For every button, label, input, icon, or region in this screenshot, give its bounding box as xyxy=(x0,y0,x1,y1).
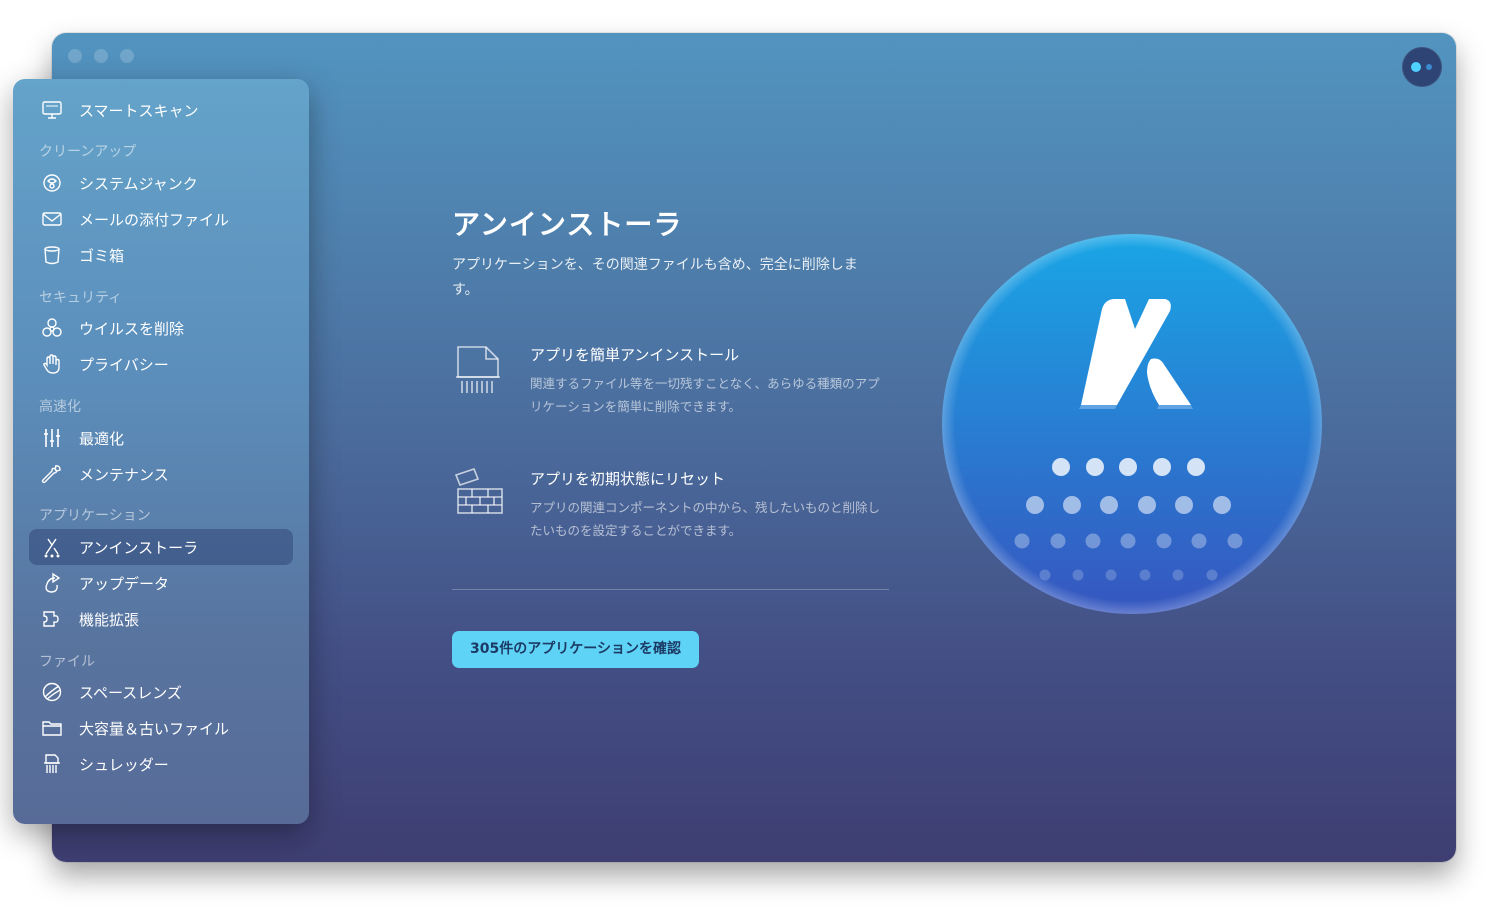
sidebar-item-label: アンインストーラ xyxy=(79,538,199,557)
sidebar-item-label: 大容量＆古いファイル xyxy=(79,719,230,738)
sidebar: スマートスキャン クリーンアップ システムジャンク メールの添付ファイル ゴミ箱… xyxy=(13,79,309,824)
sidebar-item-label: システムジャンク xyxy=(79,174,198,193)
brick-wall-icon xyxy=(452,467,506,521)
uninstaller-icon xyxy=(39,534,65,560)
folder-icon xyxy=(39,715,65,741)
updater-icon xyxy=(39,570,65,596)
page-description: アプリケーションを、その関連ファイルも含め、完全に削除します。 xyxy=(452,257,858,298)
sidebar-item-label: メンテナンス xyxy=(79,465,169,484)
sidebar-item-mail-attachments[interactable]: メールの添付ファイル xyxy=(29,201,293,237)
sidebar-item-label: メールの添付ファイル xyxy=(79,210,230,229)
sidebar-item-uninstaller[interactable]: アンインストーラ xyxy=(29,529,293,565)
sidebar-item-large-old-files[interactable]: 大容量＆古いファイル xyxy=(29,710,293,746)
sidebar-item-maintenance[interactable]: メンテナンス xyxy=(29,456,293,492)
shredder-icon xyxy=(39,751,65,777)
system-junk-icon xyxy=(39,170,65,196)
feature-description-reset-app: アプリの関連コンポーネントの中から、残したいものと削除したいものを設定することが… xyxy=(530,500,881,538)
document-shred-icon xyxy=(452,343,506,397)
sidebar-item-label: 最適化 xyxy=(79,429,125,448)
section-title-applications: アプリケーション xyxy=(39,508,151,524)
hand-icon xyxy=(39,351,65,377)
sidebar-item-shredder[interactable]: シュレッダー xyxy=(29,746,293,782)
review-applications-button[interactable]: 305件のアプリケーションを確認 xyxy=(452,631,699,668)
sidebar-item-label: スペースレンズ xyxy=(79,683,182,702)
sidebar-item-optimization[interactable]: 最適化 xyxy=(29,420,293,456)
sidebar-item-remove-virus[interactable]: ウイルスを削除 xyxy=(29,310,293,346)
sidebar-item-label: プライバシー xyxy=(79,355,169,374)
page-title: アンインストーラ xyxy=(452,208,683,241)
feature-title-easy-uninstall: アプリを簡単アンインストール xyxy=(530,346,740,364)
monitor-scan-icon xyxy=(39,97,65,123)
section-title-files: ファイル xyxy=(39,654,95,670)
wrench-icon xyxy=(39,461,65,487)
feature-description-easy-uninstall: 関連するファイル等を一切残すことなく、あらゆる種類のアプリケーションを簡単に削除… xyxy=(530,376,880,414)
sidebar-item-updater[interactable]: アップデータ xyxy=(29,565,293,601)
feature-title-reset-app: アプリを初期状態にリセット xyxy=(530,470,726,488)
uninstaller-hero-icon xyxy=(937,229,1327,619)
sidebar-item-label: シュレッダー xyxy=(79,755,169,774)
sidebar-item-space-lens[interactable]: スペースレンズ xyxy=(29,674,293,710)
space-lens-icon xyxy=(39,679,65,705)
biohazard-icon xyxy=(39,315,65,341)
sliders-icon xyxy=(39,425,65,451)
envelope-icon xyxy=(39,206,65,232)
section-title-cleanup: クリーンアップ xyxy=(39,144,137,160)
sidebar-item-label: アップデータ xyxy=(79,574,170,593)
sidebar-item-label: ウイルスを削除 xyxy=(79,319,185,338)
sidebar-item-smart-scan[interactable]: スマートスキャン xyxy=(29,92,293,128)
sidebar-item-label: スマートスキャン xyxy=(79,101,199,120)
extensions-icon xyxy=(39,606,65,632)
sidebar-item-privacy[interactable]: プライバシー xyxy=(29,346,293,382)
sidebar-item-label: 機能拡張 xyxy=(79,610,140,629)
section-title-security: セキュリティ xyxy=(39,290,123,306)
sidebar-item-extensions[interactable]: 機能拡張 xyxy=(29,601,293,637)
sidebar-item-system-junk[interactable]: システムジャンク xyxy=(29,165,293,201)
sidebar-item-trash[interactable]: ゴミ箱 xyxy=(29,237,293,273)
trash-bin-icon xyxy=(39,242,65,268)
section-title-speed: 高速化 xyxy=(39,399,81,415)
divider xyxy=(452,589,889,590)
sidebar-item-label: ゴミ箱 xyxy=(79,246,125,265)
